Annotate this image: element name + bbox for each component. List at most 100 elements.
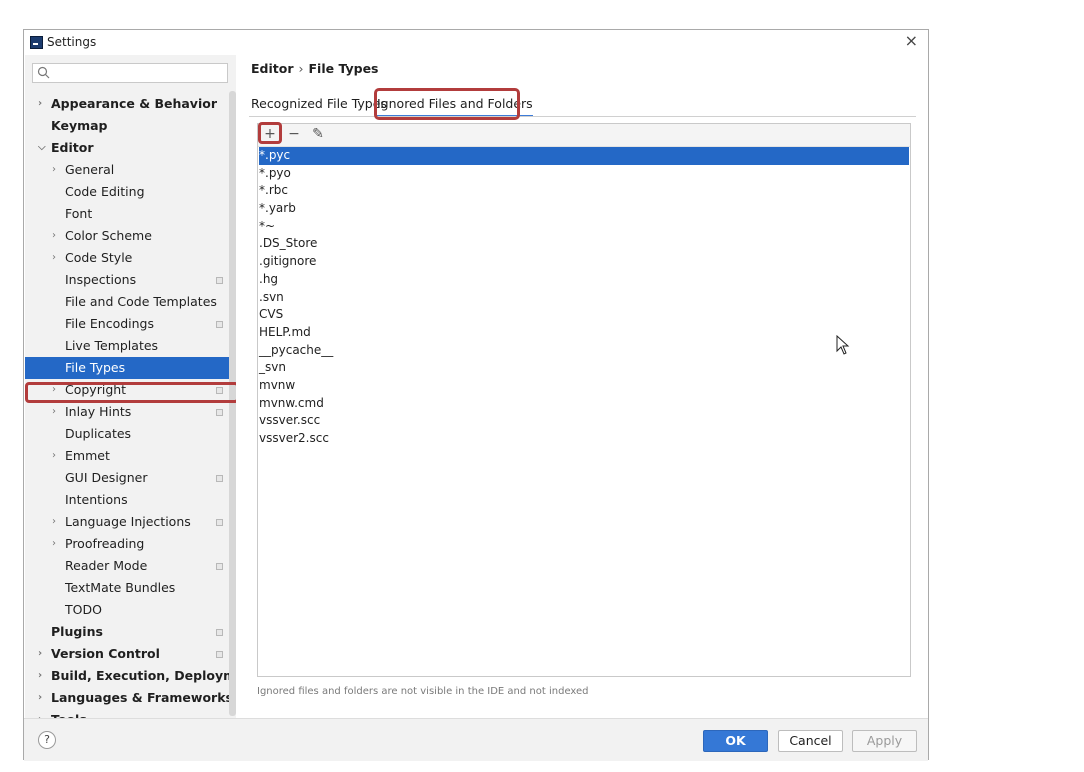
add-button[interactable]: + [261,125,279,143]
list-item[interactable]: vssver2.scc [259,430,909,448]
sidebar-item[interactable]: TextMate Bundles [25,577,236,599]
list-item[interactable]: mvnw.cmd [259,395,909,413]
sidebar-item-label: File Types [65,360,126,375]
sidebar-item-label: Keymap [51,118,108,133]
chevron-right-icon[interactable]: › [38,709,42,718]
sidebar-item[interactable]: Plugins [25,621,236,643]
chevron-right-icon[interactable]: › [52,225,56,247]
sidebar-item[interactable]: File Types [25,357,236,379]
sidebar-item[interactable]: › Proofreading [25,533,236,555]
chevron-right-icon[interactable]: › [52,511,56,533]
sidebar-item-label: Plugins [51,624,103,639]
sidebar-item-label: Build, Execution, Deployment [51,668,236,683]
sidebar-item[interactable]: ⌵ Editor [25,137,236,159]
sidebar-item[interactable]: Live Templates [25,335,236,357]
sidebar-item[interactable]: › Inlay Hints [25,401,236,423]
sidebar-item-label: Language Injections [65,514,191,529]
apply-button[interactable]: Apply [852,730,917,752]
sidebar-item[interactable]: › Emmet [25,445,236,467]
sidebar-item-label: File and Code Templates [65,294,217,309]
sidebar-item[interactable]: Duplicates [25,423,236,445]
sidebar-item[interactable]: File and Code Templates [25,291,236,313]
sidebar-item[interactable]: Reader Mode [25,555,236,577]
sidebar-item-label: Live Templates [65,338,159,353]
sidebar-item-label: Languages & Frameworks [51,690,233,705]
project-scope-icon [216,409,223,416]
sidebar-item-label: Inspections [65,272,137,287]
sidebar-item[interactable]: File Encodings [25,313,236,335]
sidebar-item-label: GUI Designer [65,470,148,485]
sidebar-item[interactable]: Code Editing [25,181,236,203]
chevron-right-icon[interactable]: › [52,379,56,401]
sidebar-item[interactable]: › Color Scheme [25,225,236,247]
chevron-right-icon[interactable]: › [38,643,42,665]
list-item[interactable]: HELP.md [259,324,909,342]
sidebar-item[interactable]: › Languages & Frameworks [25,687,236,709]
sidebar-item[interactable]: GUI Designer [25,467,236,489]
sidebar-item[interactable]: › Appearance & Behavior [25,93,236,115]
sidebar-item[interactable]: Inspections [25,269,236,291]
chevron-right-icon[interactable]: › [38,687,42,709]
project-scope-icon [216,651,223,658]
close-icon[interactable]: × [905,31,918,50]
list-item[interactable]: *~ [259,218,909,236]
list-item[interactable]: _svn [259,359,909,377]
list-item[interactable]: .gitignore [259,253,909,271]
list-toolbar: + − ✎ [258,122,910,147]
sidebar-item-label: File Encodings [65,316,155,331]
window-title: Settings [47,35,97,49]
list-item[interactable]: *.rbc [259,182,909,200]
sidebar-item-label: General [65,162,115,177]
project-scope-icon [216,321,223,328]
ok-button[interactable]: OK [703,730,768,752]
sidebar-item-label: TextMate Bundles [65,580,176,595]
sidebar-item[interactable]: › General [25,159,236,181]
project-scope-icon [216,475,223,482]
sidebar-item[interactable]: › Build, Execution, Deployment [25,665,236,687]
sidebar-item[interactable]: Font [25,203,236,225]
breadcrumb-separator: › [298,61,304,76]
sidebar-item[interactable]: › Code Style [25,247,236,269]
sidebar-item-label: Intentions [65,492,128,507]
help-button[interactable]: ? [38,731,56,749]
tab-ignored-files-and-folders[interactable]: Ignored Files and Folders [377,93,533,117]
sidebar-item[interactable]: › Version Control [25,643,236,665]
chevron-right-icon[interactable]: › [52,445,56,467]
sidebar-item-label: Font [65,206,93,221]
list-item[interactable]: .hg [259,271,909,289]
sidebar-item[interactable]: › Tools [25,709,236,718]
sidebar-item[interactable]: Intentions [25,489,236,511]
chevron-down-icon[interactable]: ⌵ [38,137,46,159]
chevron-right-icon[interactable]: › [52,247,56,269]
sidebar-item[interactable]: TODO [25,599,236,621]
list-item[interactable]: vssver.scc [259,412,909,430]
list-item[interactable]: *.pyc [259,147,909,165]
list-item[interactable]: *.yarb [259,200,909,218]
tab-recognized-file-types[interactable]: Recognized File Types [251,93,387,115]
chevron-right-icon[interactable]: › [52,159,56,181]
remove-button[interactable]: − [285,125,303,143]
title-bar: Settings × [24,30,928,55]
edit-button[interactable]: ✎ [309,125,327,143]
dialog-button-bar: ? OK Cancel Apply [24,718,928,761]
sidebar-item-label: Code Editing [65,184,145,199]
sidebar-item[interactable]: Keymap [25,115,236,137]
chevron-right-icon[interactable]: › [52,533,56,555]
chevron-right-icon[interactable]: › [38,665,42,687]
chevron-right-icon[interactable]: › [52,401,56,423]
sidebar-scrollbar[interactable] [229,91,236,716]
breadcrumb-editor[interactable]: Editor [251,61,294,76]
chevron-right-icon[interactable]: › [38,93,42,115]
list-item[interactable]: *.pyo [259,165,909,183]
list-item[interactable]: .DS_Store [259,235,909,253]
list-item[interactable]: mvnw [259,377,909,395]
settings-tree: › Appearance & Behavior Keymap ⌵ Editor › Gene… [25,93,236,718]
plus-icon: + [264,126,276,142]
sidebar-item[interactable]: › Language Injections [25,511,236,533]
list-item[interactable]: __pycache__ [259,342,909,360]
list-item[interactable]: .svn [259,289,909,307]
cancel-button[interactable]: Cancel [778,730,843,752]
list-item[interactable]: CVS [259,306,909,324]
sidebar-item[interactable]: › Copyright [25,379,236,401]
search-input[interactable] [32,63,228,83]
